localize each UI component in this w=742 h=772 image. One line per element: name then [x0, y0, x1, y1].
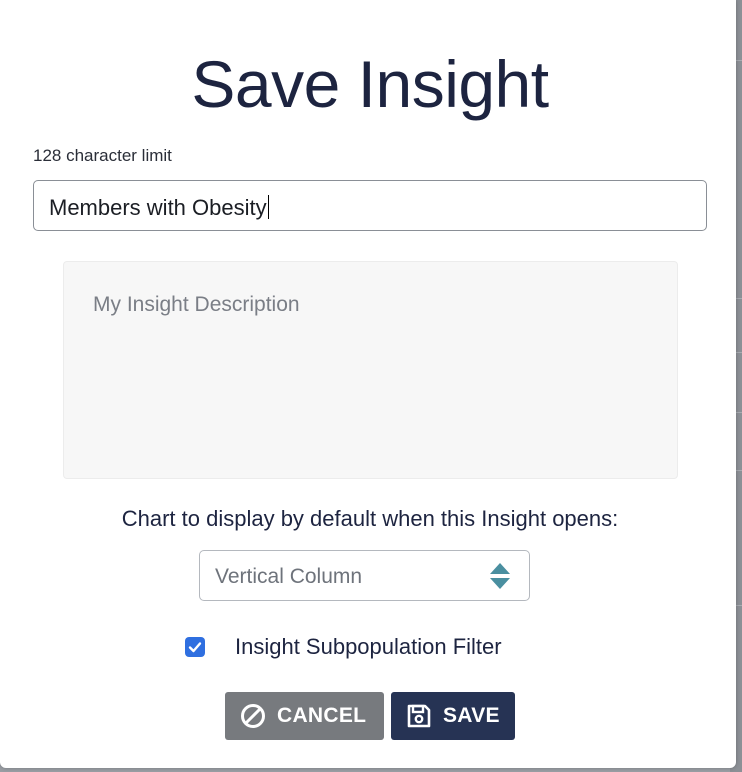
- save-button-label: SAVE: [443, 704, 500, 727]
- default-chart-value: Vertical Column: [215, 565, 363, 588]
- sort-arrows-icon: [490, 563, 510, 589]
- default-chart-select[interactable]: Vertical Column: [199, 550, 530, 601]
- character-limit-note: 128 character limit: [33, 146, 172, 165]
- dialog-title: Save Insight: [191, 47, 549, 121]
- insight-name-value: Members with Obesity: [49, 195, 267, 220]
- save-insight-dialog: Save Insight 128 character limit Members…: [0, 0, 736, 768]
- cancel-button-label: CANCEL: [277, 704, 367, 727]
- ban-icon: [241, 704, 265, 728]
- description-placeholder: My Insight Description: [93, 293, 300, 316]
- cancel-button[interactable]: CANCEL: [225, 692, 384, 740]
- save-button[interactable]: SAVE: [391, 692, 515, 740]
- insight-description-textarea[interactable]: My Insight Description: [63, 261, 678, 479]
- subpopulation-filter-label: Insight Subpopulation Filter: [235, 634, 502, 659]
- subpopulation-filter-checkbox[interactable]: [185, 637, 205, 657]
- insight-name-input[interactable]: Members with Obesity: [33, 180, 707, 231]
- checkmark-icon: [188, 642, 202, 653]
- default-chart-label: Chart to display by default when this In…: [121, 506, 619, 531]
- floppy-disk-icon: [407, 704, 431, 728]
- text-caret: [267, 195, 270, 219]
